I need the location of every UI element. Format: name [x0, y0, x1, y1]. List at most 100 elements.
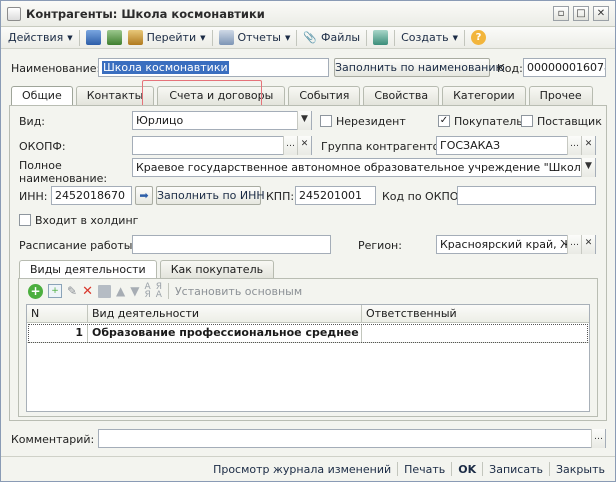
- title-bar: Контрагенты: Школа космонавтики ▫ □ ✕: [1, 1, 615, 27]
- comment-field[interactable]: [98, 429, 606, 448]
- add-icon[interactable]: +: [28, 283, 43, 299]
- row-focus-frame: [28, 324, 588, 343]
- move-down-icon[interactable]: ▼: [130, 284, 139, 298]
- type-select[interactable]: Юрлицо: [132, 111, 312, 130]
- name-label: Наименование:: [11, 62, 101, 75]
- fill-by-inn-button[interactable]: Заполнить по ИНН: [156, 186, 265, 205]
- save-icon[interactable]: [97, 284, 111, 298]
- supplier-checkbox[interactable]: [521, 115, 533, 127]
- edit-icon[interactable]: ✎: [67, 284, 77, 298]
- files-button[interactable]: 📎 Файлы: [300, 29, 363, 47]
- chevron-down-icon: ▼: [200, 33, 206, 42]
- help-button[interactable]: ?: [468, 29, 489, 47]
- kpp-label: КПП:: [266, 190, 295, 203]
- tab-as-buyer[interactable]: Как покупатель: [159, 260, 275, 278]
- save-button[interactable]: Записать: [483, 463, 549, 476]
- maximize-button[interactable]: □: [573, 6, 589, 21]
- schedule-field[interactable]: [132, 235, 331, 254]
- close-button[interactable]: ✕: [593, 6, 609, 21]
- chevron-down-icon: ▼: [67, 33, 73, 42]
- chevron-down-icon[interactable]: ▼: [581, 158, 595, 177]
- save-close-button[interactable]: [83, 29, 104, 47]
- okpo-label: Код по ОКПО:: [382, 190, 463, 203]
- nonresident-label: Нерезидент: [336, 115, 406, 128]
- name-value: Школа космонавтики: [102, 61, 229, 74]
- column-header-n[interactable]: N: [27, 305, 88, 323]
- window-title: Контрагенты: Школа космонавтики: [26, 6, 265, 21]
- grid-toolbar: + + ✎ ✕ ▲ ▼ AЯ ЯA Установить основным: [28, 282, 302, 300]
- tab-events[interactable]: События: [288, 86, 361, 105]
- chevron-down-icon[interactable]: ▼: [297, 111, 311, 130]
- actions-label: Действия: [8, 31, 64, 44]
- go-arrow-button[interactable]: ➡: [135, 186, 153, 205]
- tab-activities[interactable]: Виды деятельности: [19, 260, 157, 279]
- reports-menu[interactable]: Отчеты ▼: [216, 29, 294, 47]
- type-label: Вид:: [19, 115, 46, 128]
- inner-tab-strip: Виды деятельности Как покупатель: [19, 260, 277, 279]
- change-log-button[interactable]: Просмотр журнала изменений: [207, 463, 397, 476]
- fullname-field[interactable]: Краевое государственное автономное образ…: [132, 158, 596, 177]
- toolbar: Действия ▼ Перейти ▼ Отчеты ▼ 📎 Файлы Создат…: [1, 27, 615, 49]
- okpo-field[interactable]: [457, 186, 596, 205]
- close-form-button[interactable]: Закрыть: [550, 463, 611, 476]
- group-label: Группа контрагентов:: [321, 140, 450, 153]
- tab-categories[interactable]: Категории: [442, 86, 526, 105]
- fill-by-name-button[interactable]: Заполнить по наименованию: [334, 58, 505, 77]
- create-menu[interactable]: Создать ▼: [398, 29, 461, 47]
- name-field[interactable]: Школа космонавтики: [98, 58, 329, 77]
- clear-icon[interactable]: ✕: [297, 136, 311, 155]
- ok-button[interactable]: OK: [452, 463, 482, 476]
- help-icon: ?: [471, 30, 486, 45]
- inn-field[interactable]: 2452018670: [51, 186, 132, 205]
- files-label: Файлы: [321, 31, 361, 44]
- activities-table: N Вид деятельности Ответственный 1 Образ…: [26, 304, 590, 412]
- more-icon[interactable]: …: [591, 429, 605, 448]
- more-icon[interactable]: …: [283, 136, 297, 155]
- kpp-field[interactable]: 245201001: [295, 186, 376, 205]
- region-label: Регион:: [358, 239, 402, 252]
- sort-desc-icon[interactable]: ЯA: [156, 283, 162, 300]
- structure-button[interactable]: [370, 29, 391, 47]
- tab-strip: Общие Контакты Счета и договоры События …: [11, 86, 596, 106]
- more-icon[interactable]: …: [567, 136, 581, 155]
- move-up-icon[interactable]: ▲: [116, 284, 125, 298]
- clear-icon[interactable]: ✕: [581, 235, 595, 254]
- chevron-down-icon: ▼: [452, 33, 458, 42]
- column-header-activity[interactable]: Вид деятельности: [88, 305, 362, 323]
- code-label: Код:: [497, 62, 523, 75]
- copy-icon: [106, 30, 122, 45]
- chevron-down-icon: ▼: [284, 33, 291, 42]
- more-icon[interactable]: …: [567, 235, 581, 254]
- structure-icon: [373, 30, 389, 45]
- sort-asc-icon[interactable]: AЯ: [144, 283, 150, 300]
- paperclip-icon: 📎: [303, 31, 318, 44]
- actions-menu[interactable]: Действия ▼: [5, 29, 76, 47]
- minimize-button[interactable]: ▫: [553, 6, 569, 21]
- reports-icon: [218, 30, 234, 45]
- arrow-right-icon: ➡: [139, 189, 149, 202]
- tab-general[interactable]: Общие: [11, 86, 73, 106]
- tab-properties[interactable]: Свойства: [363, 86, 440, 105]
- copy-button[interactable]: [104, 29, 125, 47]
- column-header-responsible[interactable]: Ответственный: [362, 305, 589, 323]
- delete-icon[interactable]: ✕: [82, 284, 93, 299]
- window: Контрагенты: Школа космонавтики ▫ □ ✕ Де…: [0, 0, 616, 482]
- goto-menu[interactable]: Перейти ▼: [125, 29, 209, 47]
- buyer-label: Покупатель: [454, 115, 523, 128]
- print-button[interactable]: Печать: [398, 463, 451, 476]
- schedule-label: Расписание работы:: [19, 239, 137, 252]
- add-copy-icon[interactable]: +: [48, 284, 62, 298]
- code-field[interactable]: 000000016078: [523, 58, 606, 77]
- fullname-value: Краевое государственное автономное образ…: [136, 161, 595, 174]
- set-main-button[interactable]: Установить основным: [175, 285, 302, 298]
- nonresident-checkbox[interactable]: [320, 115, 332, 127]
- holding-checkbox[interactable]: [19, 214, 31, 226]
- tab-other[interactable]: Прочее: [528, 86, 593, 105]
- buyer-checkbox[interactable]: ✓: [438, 115, 450, 127]
- supplier-label: Поставщик: [537, 115, 602, 128]
- okopf-label: ОКОПФ:: [19, 140, 66, 153]
- clear-icon[interactable]: ✕: [581, 136, 595, 155]
- group-value: ГОСЗАКАЗ: [440, 139, 501, 152]
- goto-label: Перейти: [146, 31, 197, 44]
- holding-label: Входит в холдинг: [35, 214, 139, 227]
